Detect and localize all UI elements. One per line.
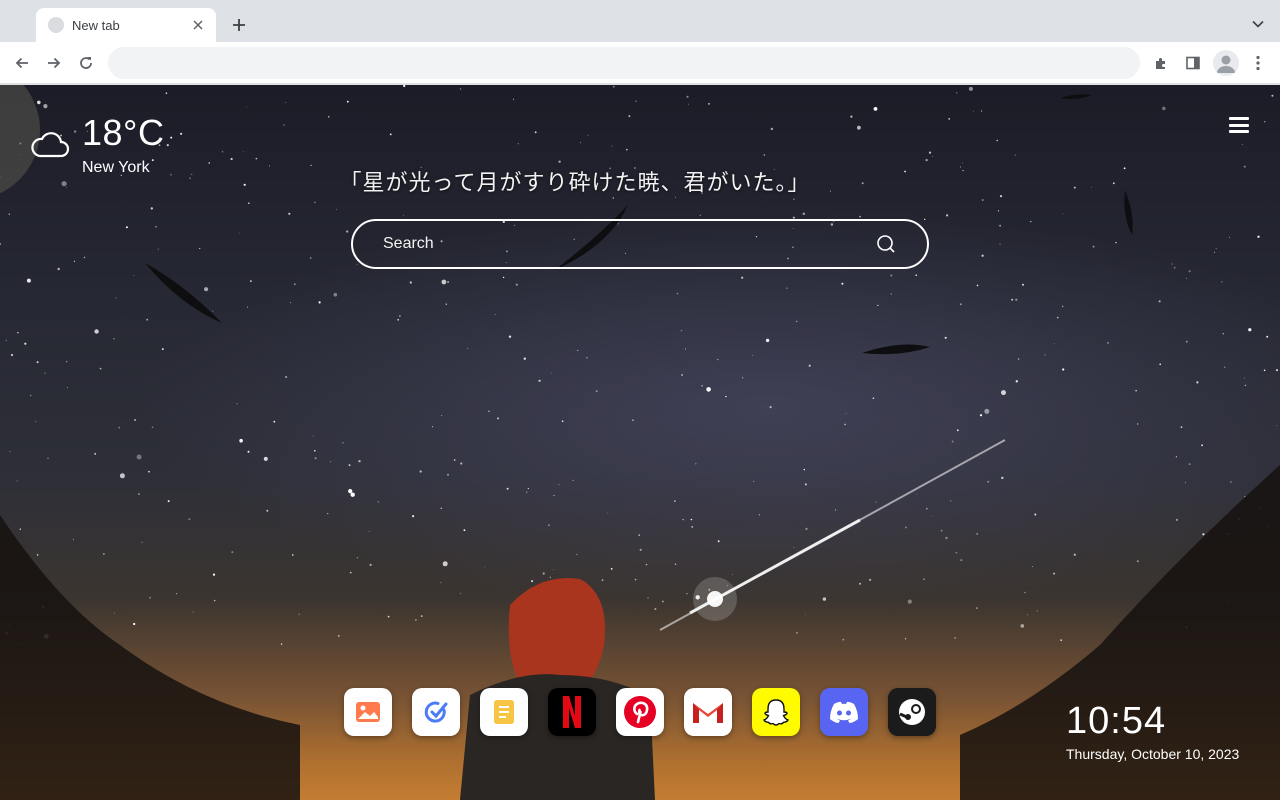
profile-avatar-icon[interactable] — [1213, 50, 1239, 76]
extensions-icon[interactable] — [1149, 51, 1173, 75]
pinterest-icon[interactable] — [616, 688, 664, 736]
new-tab-page: 18°C New York 「星が光って月がすり砕けた暁、君がいた。」 Sear… — [0, 85, 1280, 800]
cloud-icon — [30, 129, 70, 163]
search-icon[interactable] — [875, 233, 897, 255]
discord-icon[interactable] — [820, 688, 868, 736]
tab-favicon-icon — [48, 17, 64, 33]
notes-icon[interactable] — [480, 688, 528, 736]
gmail-icon[interactable] — [684, 688, 732, 736]
steam-icon[interactable] — [888, 688, 936, 736]
clock-time: 10:54 — [1066, 700, 1167, 742]
chevron-down-icon[interactable] — [1248, 14, 1268, 34]
tab-strip: New tab — [0, 0, 1280, 42]
hamburger-menu-icon[interactable] — [1227, 115, 1251, 135]
tab-title: New tab — [72, 17, 120, 33]
search-box[interactable] — [351, 219, 929, 269]
temperature: 18°C — [82, 112, 165, 153]
new-tab-button[interactable] — [228, 14, 250, 36]
photos-icon[interactable] — [344, 688, 392, 736]
tasks-icon[interactable] — [412, 688, 460, 736]
back-icon[interactable] — [10, 51, 34, 75]
address-bar[interactable] — [108, 47, 1140, 79]
clock-date: Thursday, October 10, 2023 — [1066, 746, 1240, 762]
reload-icon[interactable] — [74, 51, 98, 75]
browser-toolbar — [0, 42, 1280, 84]
more-menu-icon[interactable] — [1246, 51, 1270, 75]
netflix-icon[interactable] — [548, 688, 596, 736]
snapchat-icon[interactable] — [752, 688, 800, 736]
close-tab-icon[interactable] — [190, 17, 206, 33]
tab-new-tab[interactable]: New tab — [36, 8, 216, 42]
side-panel-icon[interactable] — [1181, 51, 1205, 75]
clock-widget: 10:54 Thursday, October 10, 2023 — [1066, 700, 1239, 762]
app-dock — [344, 688, 936, 736]
search-input[interactable] — [383, 235, 875, 253]
forward-icon[interactable] — [42, 51, 66, 75]
quote-text: 「星が光って月がすり砕けた暁、君がいた。」 — [339, 171, 811, 196]
